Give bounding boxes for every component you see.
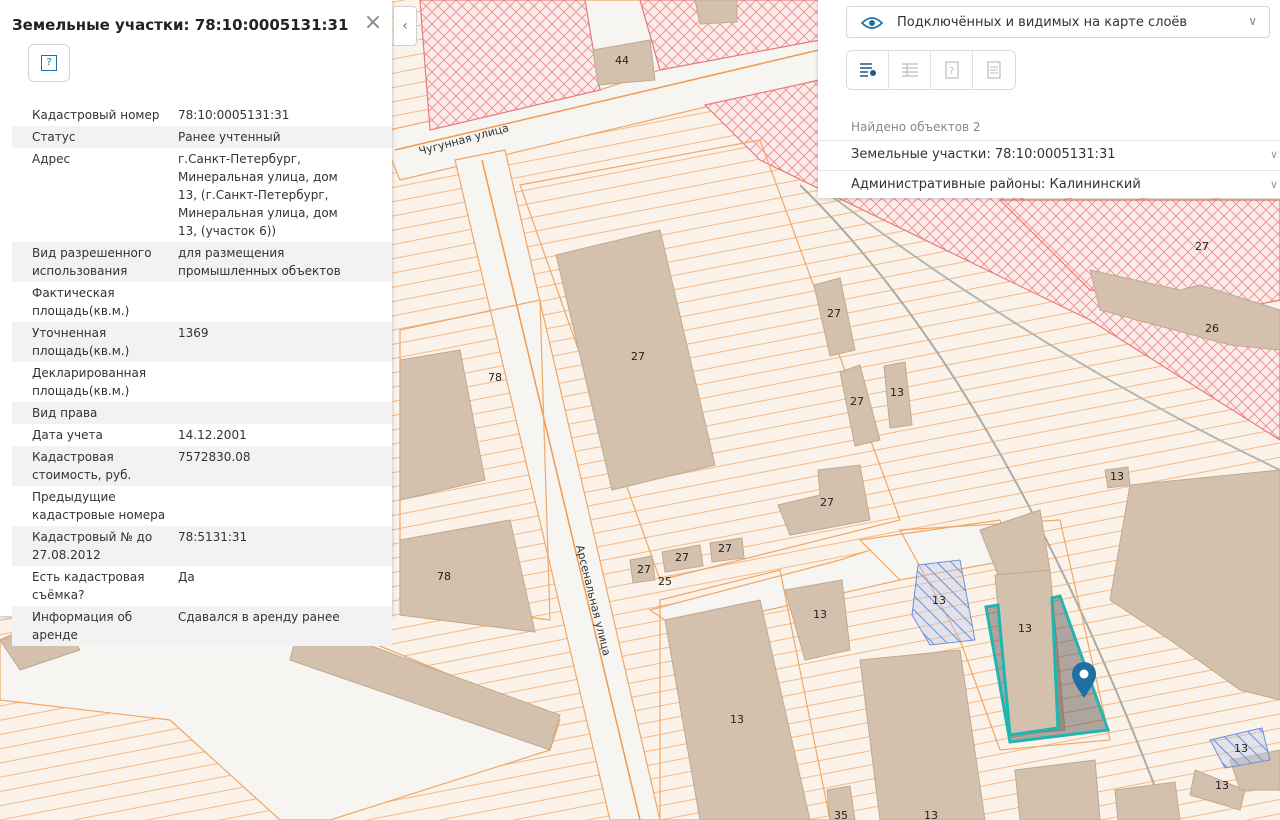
contour-icon: ?	[41, 55, 57, 71]
list-pin-icon	[860, 63, 876, 77]
attribute-row: Дата учета 14.12.2001	[12, 424, 392, 446]
attribute-value: Ранее учтенный	[178, 130, 281, 144]
building-number: 44	[615, 54, 629, 67]
table-view-button[interactable]	[889, 51, 931, 89]
building-number: 27	[1195, 240, 1209, 253]
layers-panel: Подключённых и видимых на карте слоёв ∨ …	[818, 0, 1280, 198]
building-number: 13	[924, 809, 938, 820]
attribute-value	[178, 364, 358, 400]
attribute-key: Декларированная площадь(кв.м.)	[32, 366, 147, 398]
attribute-row: Фактическая площадь(кв.м.)	[12, 282, 392, 322]
document-icon	[987, 61, 1001, 79]
building-number: 13	[932, 594, 946, 607]
attribute-value: для размещения промышленных объектов	[178, 246, 341, 278]
building-number: 13	[1234, 742, 1248, 755]
attribute-key: Дата учета	[32, 428, 103, 442]
document-button[interactable]	[973, 51, 1015, 89]
attribute-row: Предыдущие кадастровые номера	[12, 486, 392, 526]
found-count-text: Найдено объектов 2	[851, 120, 981, 134]
attribute-key: Информация об аренде	[32, 610, 133, 642]
attribute-value: 1369	[178, 326, 209, 340]
attribute-key: Вид разрешенного использования	[32, 246, 152, 278]
table-icon	[902, 63, 918, 77]
attribute-key: Статус	[32, 130, 76, 144]
attribute-row: Кадастровая стоимость, руб. 7572830.08	[12, 446, 392, 486]
attribute-key: Уточненная площадь(кв.м.)	[32, 326, 130, 358]
building-number: 13	[813, 608, 827, 621]
layer-filter-label: Подключённых и видимых на карте слоёв	[897, 15, 1188, 30]
building-number: 25	[658, 575, 672, 588]
layer-filter-select[interactable]: Подключённых и видимых на карте слоёв ∨	[846, 6, 1270, 38]
building-number: 13	[1110, 470, 1124, 483]
attribute-key: Предыдущие кадастровые номера	[32, 490, 166, 522]
building-number: 27	[631, 350, 645, 363]
attribute-row: Адрес г.Санкт-Петербург, Минеральная улиц…	[12, 148, 392, 242]
building-number: 26	[1205, 322, 1219, 335]
attribute-value: Сдавался в аренду ранее	[178, 610, 340, 624]
attribute-row: Вид права	[12, 402, 392, 424]
building-number: 27	[637, 563, 651, 576]
chevron-down-icon: ∨	[1248, 14, 1257, 28]
chevron-down-icon: ∨	[1269, 148, 1278, 161]
attribute-row: Статус Ранее учтенный	[12, 126, 392, 148]
attribute-key: Кадастровая стоимость, руб.	[32, 450, 132, 482]
attribute-key: Адрес	[32, 152, 71, 166]
building-number: 27	[820, 496, 834, 509]
show-contour-button[interactable]: ?	[28, 44, 70, 82]
close-icon[interactable]: ×	[362, 12, 384, 36]
building-number: 27	[675, 551, 689, 564]
attribute-row: Декларированная площадь(кв.м.)	[12, 362, 392, 402]
collapse-panel-button[interactable]: ‹	[393, 6, 417, 46]
identify-button[interactable]: ?	[931, 51, 973, 89]
question-frame-icon: ?	[945, 61, 959, 79]
found-item-label: Земельные участки: 78:10:0005131:31	[851, 147, 1116, 162]
attribute-row: Есть кадастровая съёмка? Да	[12, 566, 392, 606]
found-item-district[interactable]: Административные районы: Калининский ∨	[818, 170, 1280, 198]
building-number: 13	[1215, 779, 1229, 792]
building-number: 13	[730, 713, 744, 726]
building-number: 13	[1018, 622, 1032, 635]
building-number: 13	[890, 386, 904, 399]
attribute-value: 7572830.08	[178, 450, 251, 464]
attribute-row: Кадастровый номер 78:10:0005131:31	[12, 104, 392, 126]
attribute-value: 14.12.2001	[178, 428, 247, 442]
attribute-row: Информация об аренде Сдавался в аренду ра…	[12, 606, 392, 646]
svg-text:?: ?	[949, 66, 954, 77]
building-number: 27	[850, 395, 864, 408]
attribute-key: Кадастровый № до 27.08.2012	[32, 530, 153, 562]
attribute-value	[178, 284, 358, 320]
list-with-pin-button[interactable]	[847, 51, 889, 89]
attribute-row: Уточненная площадь(кв.м.) 1369	[12, 322, 392, 362]
building-number: 78	[437, 570, 451, 583]
view-mode-toolbar: ?	[846, 50, 1016, 90]
attribute-key: Фактическая площадь(кв.м.)	[32, 286, 130, 318]
attribute-value: г.Санкт-Петербург, Минеральная улица, до…	[178, 152, 338, 238]
attribute-value: Да	[178, 570, 195, 584]
attribute-value	[178, 404, 358, 422]
attribute-key: Есть кадастровая съёмка?	[32, 570, 145, 602]
found-item-parcel[interactable]: Земельные участки: 78:10:0005131:31 ∨	[818, 140, 1280, 168]
attribute-list: Кадастровый номер 78:10:0005131:31 Статус…	[12, 104, 392, 646]
chevron-down-icon: ∨	[1269, 178, 1278, 191]
building-number: 27	[827, 307, 841, 320]
attribute-row: Кадастровый № до 27.08.2012 78:5131:31	[12, 526, 392, 566]
info-panel-title: Земельные участки: 78:10:0005131:31	[12, 16, 349, 34]
building-number: 35	[834, 809, 848, 820]
attribute-row: Вид разрешенного использования для размещ…	[12, 242, 392, 282]
object-info-panel: Земельные участки: 78:10:0005131:31 × ? …	[0, 0, 392, 646]
attribute-key: Кадастровый номер	[32, 108, 160, 122]
found-item-label: Административные районы: Калининский	[851, 177, 1141, 192]
building-number: 78	[488, 371, 502, 384]
eye-icon	[861, 17, 883, 29]
building-number: 27	[718, 542, 732, 555]
attribute-value	[178, 488, 358, 524]
attribute-value: 78:10:0005131:31	[178, 108, 290, 122]
attribute-value: 78:5131:31	[178, 530, 248, 544]
attribute-key: Вид права	[32, 406, 98, 420]
